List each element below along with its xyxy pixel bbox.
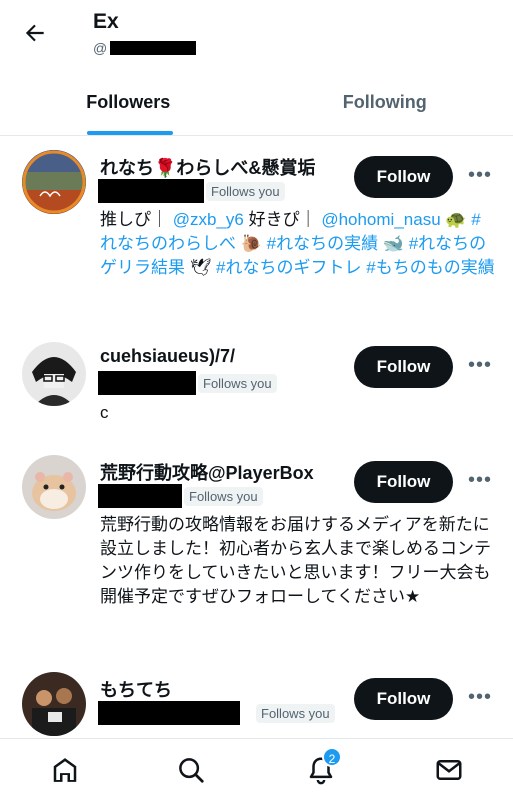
account-name[interactable]: もちてち xyxy=(100,676,172,702)
account-name[interactable]: れなち🌹わらしべ&懸賞垢 xyxy=(100,154,315,180)
hashtag-link[interactable]: #れなちのギフトレ xyxy=(216,258,361,277)
follows-you-badge: Follows you xyxy=(198,373,277,393)
avatar-image xyxy=(22,342,86,406)
messages-icon[interactable] xyxy=(434,755,464,785)
more-options-icon[interactable]: ••• xyxy=(468,164,492,187)
avatar[interactable] xyxy=(22,342,86,406)
bio-text: 推しぴ｜ xyxy=(100,210,173,229)
tab-followers[interactable]: Followers xyxy=(0,70,257,135)
notification-count-badge: 2 xyxy=(322,747,342,767)
avatar-image xyxy=(22,672,86,736)
avatar-image xyxy=(22,455,86,519)
account-bio: c xyxy=(100,403,109,422)
active-tab-indicator xyxy=(87,131,173,135)
follows-you-badge: Follows you xyxy=(184,486,263,506)
avatar[interactable] xyxy=(22,150,86,214)
avatar-image xyxy=(22,150,86,214)
hashtag-link[interactable]: #もちのもの実績 xyxy=(366,258,494,277)
redacted-handle xyxy=(98,701,240,725)
list-item[interactable]: れなち🌹わらしべ&懸賞垢 Follows you Follow ••• 推しぴ｜… xyxy=(0,136,513,326)
search-icon[interactable] xyxy=(176,755,206,785)
follow-button[interactable]: Follow xyxy=(354,156,453,198)
avatar[interactable] xyxy=(22,455,86,519)
hashtag-link[interactable]: #れなちの実績 xyxy=(267,234,378,253)
handle-prefix: @ xyxy=(93,40,108,56)
redacted-handle xyxy=(98,484,182,508)
more-options-icon[interactable]: ••• xyxy=(468,686,492,709)
follow-button[interactable]: Follow xyxy=(354,346,453,388)
tab-followers-label: Followers xyxy=(86,92,171,112)
account-name[interactable]: 荒野行動攻略@PlayerBox xyxy=(100,459,314,485)
account-sub: Follows you xyxy=(98,484,263,508)
back-arrow-icon[interactable] xyxy=(22,20,48,46)
account-sub: Follows you xyxy=(98,179,285,203)
bio-text: 好きぴ｜ xyxy=(243,210,322,229)
bio-text: 🐢 xyxy=(440,210,472,229)
home-icon[interactable] xyxy=(50,755,80,785)
bio-text: 🐌 xyxy=(236,234,267,253)
tab-following[interactable]: Following xyxy=(257,70,513,135)
bottom-navigation: 2 xyxy=(0,738,513,800)
mention-link[interactable]: @hohomi_nasu xyxy=(321,210,440,229)
account-sub: Follows you xyxy=(98,701,335,725)
follows-you-badge: Follows you xyxy=(206,181,285,201)
tab-following-label: Following xyxy=(342,92,427,112)
redacted-handle xyxy=(98,371,196,395)
mention-link[interactable]: @zxb_y6 xyxy=(173,210,244,229)
avatar[interactable] xyxy=(22,672,86,736)
header: Ex @ xyxy=(0,0,513,60)
account-sub: Follows you xyxy=(98,371,277,395)
more-options-icon[interactable]: ••• xyxy=(468,469,492,492)
follow-button[interactable]: Follow xyxy=(354,461,453,503)
redacted-block xyxy=(110,41,197,55)
redacted-handle xyxy=(98,179,204,203)
bio-text: 🐋 xyxy=(378,234,409,253)
account-bio: 荒野行動の攻略情報をお届けするメディアを新たに設立しました！初心者から玄人まで楽… xyxy=(100,515,491,606)
bio-text: 🕊 xyxy=(185,258,217,277)
list-item[interactable]: cuehsiaueus)/7/ Follows you Follow ••• c xyxy=(0,326,513,441)
account-name[interactable]: cuehsiaueus)/7/ xyxy=(100,346,235,367)
list-item[interactable]: 荒野行動攻略@PlayerBox Follows you Follow ••• … xyxy=(0,441,513,656)
account-bio: 推しぴ｜ @zxb_y6 好きぴ｜ @hohomi_nasu 🐢 #れなちのわら… xyxy=(100,208,495,280)
follows-you-badge: Follows you xyxy=(256,703,335,723)
follow-button[interactable]: Follow xyxy=(354,678,453,720)
tab-bar: Followers Following xyxy=(0,70,513,136)
page-title: Ex xyxy=(93,10,119,33)
account-handle: @ xyxy=(93,40,197,56)
list-item[interactable]: もちてち Follows you Follow ••• xyxy=(0,656,513,738)
more-options-icon[interactable]: ••• xyxy=(468,354,492,377)
